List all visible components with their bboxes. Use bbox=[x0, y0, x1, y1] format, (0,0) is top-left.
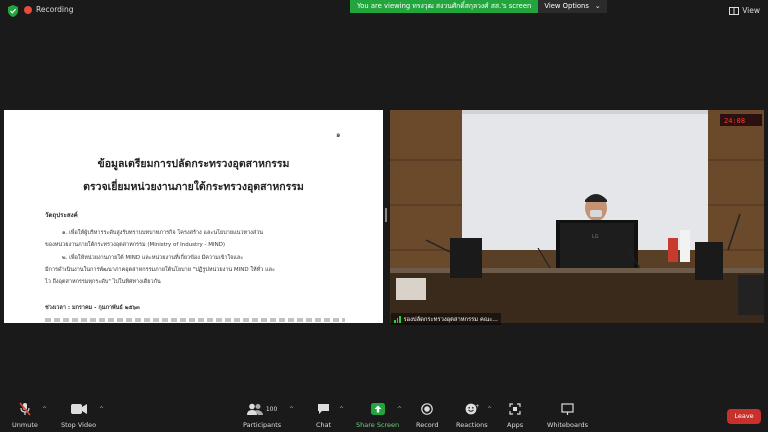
record-button[interactable]: Record bbox=[416, 402, 438, 429]
audio-level-icon bbox=[394, 315, 401, 323]
page-number: ๑ bbox=[336, 131, 341, 139]
objective-heading: วัตถุประสงค์ bbox=[45, 212, 78, 219]
svg-text:24:08: 24:08 bbox=[724, 117, 745, 125]
video-camera-icon bbox=[70, 404, 87, 414]
viewing-screen-text: You are viewing ทรงวุฒ สงวนศักดิ์สกุลวงศ… bbox=[350, 0, 539, 13]
muted-mic-icon bbox=[19, 402, 31, 416]
shared-screen-document[interactable]: ๑ ข้อมูลเตรียมการปลัดกระทรวงอุตสาหกรรม ต… bbox=[4, 110, 383, 323]
audio-options-caret-icon[interactable]: ^ bbox=[42, 406, 47, 413]
participants-label: Participants bbox=[243, 421, 282, 429]
unmute-button[interactable]: Unmute bbox=[12, 402, 38, 429]
cut-off-text-line bbox=[45, 318, 345, 322]
svg-text:LG: LG bbox=[592, 234, 599, 240]
chevron-down-icon: ⌄ bbox=[594, 2, 601, 10]
view-button[interactable]: View bbox=[729, 6, 760, 15]
recording-dot-icon bbox=[24, 5, 32, 14]
split-divider-handle[interactable] bbox=[385, 208, 387, 222]
shield-icon[interactable] bbox=[8, 5, 18, 17]
record-icon bbox=[421, 403, 434, 415]
meeting-room-video: 24:08 LG bbox=[390, 110, 764, 323]
period-line: ช่วงเวลา : มกราคม - กุมภาพันธ์ ๒๕๖๓ bbox=[45, 305, 140, 311]
chat-label: Chat bbox=[316, 421, 332, 429]
apps-icon bbox=[509, 403, 521, 415]
recording-label: Recording bbox=[36, 5, 74, 14]
apps-label: Apps bbox=[507, 421, 524, 429]
objective-line: มีการดำเนินงานในการพัฒนาภาคอุตสาหกรรมภาย… bbox=[45, 267, 275, 273]
meeting-top-bar: Recording You are viewing ทรงวุฒ สงวนศัก… bbox=[0, 0, 768, 22]
stop-video-label: Stop Video bbox=[61, 421, 97, 429]
objective-line: ๒. เพื่อให้หน่วยงานภายใต้ MIND และหน่วยง… bbox=[62, 255, 244, 261]
view-label: View bbox=[742, 6, 760, 15]
meeting-controls-toolbar: Unmute ^ Stop Video ^ 100 Participants ^ bbox=[0, 398, 768, 432]
whiteboards-label: Whiteboards bbox=[547, 421, 589, 429]
whiteboards-button[interactable]: Whiteboards bbox=[547, 402, 588, 429]
video-options-caret-icon[interactable]: ^ bbox=[99, 406, 104, 413]
document-title-line1: ข้อมูลเตรียมการปลัดกระทรวงอุตสาหกรรม bbox=[97, 158, 290, 170]
smiley-plus-icon: + bbox=[465, 404, 479, 415]
leave-button[interactable]: Leave bbox=[727, 409, 761, 424]
reactions-label: Reactions bbox=[456, 421, 488, 429]
svg-text:+: + bbox=[475, 404, 479, 410]
participants-options-caret-icon[interactable]: ^ bbox=[289, 406, 294, 413]
share-screen-button[interactable]: Share Screen bbox=[356, 402, 399, 429]
chat-bubble-icon bbox=[318, 404, 330, 414]
objective-line: ของหน่วยงานภายใต้กระทรวงอุตสาหกรรม (Mini… bbox=[45, 242, 226, 248]
apps-button[interactable]: Apps bbox=[507, 402, 523, 429]
chat-options-caret-icon[interactable]: ^ bbox=[339, 406, 344, 413]
share-screen-label: Share Screen bbox=[356, 421, 400, 429]
unmute-label: Unmute bbox=[12, 421, 38, 429]
grid-view-icon bbox=[729, 6, 740, 15]
view-options-button[interactable]: View Options ⌄ bbox=[538, 0, 607, 13]
reactions-options-caret-icon[interactable]: ^ bbox=[487, 406, 492, 413]
viewing-banner: You are viewing ทรงวุฒ สงวนศักดิ์สกุลวงศ… bbox=[350, 0, 607, 13]
reactions-button[interactable]: + Reactions bbox=[456, 402, 488, 430]
participants-button[interactable]: 100 Participants bbox=[243, 402, 281, 429]
objective-line: ๑. เพื่อให้ผู้บริหารระดับสูงรับทราบบทบาท… bbox=[62, 230, 264, 236]
stop-video-button[interactable]: Stop Video bbox=[61, 402, 96, 429]
participants-icon bbox=[246, 403, 263, 415]
recording-indicator[interactable]: Recording bbox=[24, 5, 74, 14]
chat-button[interactable]: Chat bbox=[316, 402, 331, 429]
participant-video-tile[interactable]: 24:08 LG bbox=[390, 110, 764, 323]
share-screen-arrow-icon bbox=[370, 403, 385, 415]
record-label: Record bbox=[416, 421, 439, 429]
objective-line: ไว ถึงอุตสาหกรรมทุกระดับ" ไปในทิศทางเดีย… bbox=[45, 279, 161, 285]
participant-name-label: รองปลัดกระทรวงอุตสาหกรรม คณะ... bbox=[391, 313, 501, 325]
whiteboard-icon bbox=[561, 403, 574, 415]
participants-count: 100 bbox=[265, 405, 278, 413]
participant-name: รองปลัดกระทรวงอุตสาหกรรม คณะ... bbox=[403, 317, 498, 323]
view-options-label: View Options bbox=[544, 2, 589, 10]
share-options-caret-icon[interactable]: ^ bbox=[397, 406, 402, 413]
document-title-line2: ตรวจเยี่ยมหน่วยงานภายใต้กระทรวงอุตสาหกรร… bbox=[83, 181, 304, 193]
